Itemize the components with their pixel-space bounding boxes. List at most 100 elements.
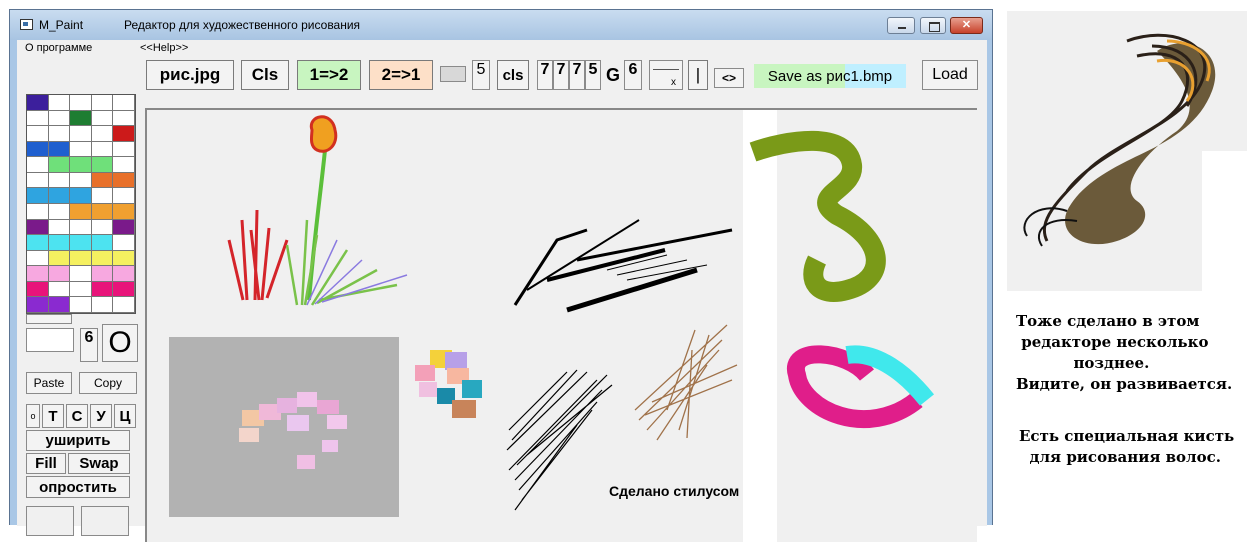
letter-u-button[interactable]: У (90, 404, 112, 428)
letter-s-button[interactable]: С (66, 404, 88, 428)
palette-swatch[interactable] (48, 219, 71, 236)
palette-swatch[interactable] (113, 126, 135, 142)
g-spinner[interactable]: 6 (624, 60, 642, 90)
palette-swatch[interactable] (91, 281, 114, 298)
copy-2-to-1-button[interactable]: 2=>1 (369, 60, 433, 90)
letter-ts-button[interactable]: Ц (114, 404, 136, 428)
palette-swatch[interactable] (48, 235, 71, 251)
simplify-button[interactable]: опростить (26, 476, 130, 498)
palette-swatch[interactable] (70, 126, 92, 142)
palette-swatch[interactable] (91, 157, 114, 173)
palette-swatch[interactable] (27, 126, 49, 142)
brush-slot-2[interactable] (81, 506, 129, 536)
palette-swatch[interactable] (48, 157, 71, 173)
x-slider-control[interactable]: x (649, 60, 683, 90)
palette-swatch[interactable] (27, 110, 49, 127)
palette-swatch[interactable] (113, 219, 135, 236)
widen-button[interactable]: уширить (26, 430, 130, 451)
save-as-button[interactable]: Save as рис1.bmp (754, 64, 906, 88)
letter-o-button[interactable]: o (26, 404, 40, 428)
palette-swatch[interactable] (113, 110, 135, 127)
shape-button[interactable]: O (102, 324, 138, 362)
palette-swatch[interactable] (27, 95, 49, 111)
palette-swatch[interactable] (27, 219, 49, 236)
palette-swatch[interactable] (70, 266, 92, 282)
palette-scroll[interactable] (26, 314, 72, 324)
palette-swatch[interactable] (48, 141, 71, 158)
palette-swatch[interactable] (27, 281, 49, 298)
digit-spinner-4[interactable]: 5 (585, 60, 601, 90)
menu-help[interactable]: <<Help>> (140, 42, 188, 54)
palette-swatch[interactable] (48, 126, 71, 142)
palette-swatch[interactable] (70, 172, 92, 189)
letter-t-button[interactable]: Т (42, 404, 64, 428)
palette-swatch[interactable] (113, 203, 135, 220)
maximize-button[interactable] (920, 17, 946, 34)
palette-swatch[interactable] (91, 188, 114, 204)
palette-swatch[interactable] (48, 110, 71, 127)
load-button[interactable]: Load (922, 60, 978, 90)
digit-spinner-3[interactable]: 7 (569, 60, 585, 90)
palette-swatch[interactable] (91, 172, 114, 189)
palette-swatch[interactable] (48, 266, 71, 282)
palette-swatch[interactable] (91, 219, 114, 236)
fill-button[interactable]: Fill (26, 453, 66, 474)
palette-swatch[interactable] (48, 203, 71, 220)
swap-button[interactable]: Swap (68, 453, 130, 474)
cls-lower-button[interactable]: cls (497, 60, 529, 90)
palette-swatch[interactable] (27, 203, 49, 220)
palette-swatch[interactable] (70, 250, 92, 267)
palette-swatch[interactable] (70, 188, 92, 204)
digit-spinner-1[interactable]: 7 (537, 60, 553, 90)
palette-swatch[interactable] (113, 141, 135, 158)
palette-swatch[interactable] (91, 95, 114, 111)
palette-swatch[interactable] (27, 235, 49, 251)
color-swatch-button[interactable] (440, 66, 466, 82)
palette-swatch[interactable] (113, 250, 135, 267)
palette-swatch[interactable] (70, 235, 92, 251)
palette-swatch[interactable] (48, 95, 71, 111)
bar-button[interactable]: | (688, 60, 708, 90)
palette-swatch[interactable] (113, 95, 135, 111)
palette-swatch[interactable] (70, 110, 92, 127)
swap-arrows-button[interactable]: <> (714, 68, 744, 88)
minimize-button[interactable] (887, 17, 915, 34)
menu-about[interactable]: О программе (25, 42, 92, 54)
palette-swatch[interactable] (91, 141, 114, 158)
palette-swatch[interactable] (70, 281, 92, 298)
brush-size-spinner[interactable]: 5 (472, 60, 490, 90)
palette-swatch[interactable] (91, 235, 114, 251)
palette-swatch[interactable] (70, 95, 92, 111)
close-button[interactable] (950, 17, 983, 34)
title-bar[interactable]: M_Paint Редактор для художественного рис… (10, 10, 992, 40)
palette-swatch[interactable] (27, 188, 49, 204)
palette-swatch[interactable] (91, 297, 114, 313)
palette-swatch[interactable] (70, 203, 92, 220)
palette-swatch[interactable] (27, 266, 49, 282)
palette-swatch[interactable] (48, 250, 71, 267)
cls-upper-button[interactable]: Cls (241, 60, 289, 90)
palette-swatch[interactable] (27, 172, 49, 189)
palette-swatch[interactable] (113, 235, 135, 251)
open-jpg-button[interactable]: рис.jpg (146, 60, 234, 90)
palette-swatch[interactable] (27, 157, 49, 173)
color-palette[interactable] (26, 94, 136, 314)
palette-swatch[interactable] (113, 266, 135, 282)
size-spinner[interactable]: 6 (80, 328, 98, 362)
palette-swatch[interactable] (91, 126, 114, 142)
brush-slot-1[interactable] (26, 506, 74, 536)
palette-swatch[interactable] (91, 203, 114, 220)
palette-swatch[interactable] (48, 172, 71, 189)
palette-swatch[interactable] (70, 219, 92, 236)
palette-swatch[interactable] (91, 110, 114, 127)
palette-swatch[interactable] (113, 188, 135, 204)
palette-swatch[interactable] (70, 141, 92, 158)
palette-swatch[interactable] (27, 250, 49, 267)
palette-swatch[interactable] (27, 141, 49, 158)
copy-1-to-2-button[interactable]: 1=>2 (297, 60, 361, 90)
palette-swatch[interactable] (48, 297, 71, 313)
palette-swatch[interactable] (113, 281, 135, 298)
palette-swatch[interactable] (113, 172, 135, 189)
drawing-canvas[interactable]: Сделано стилусом (145, 108, 977, 542)
copy-button[interactable]: Copy (79, 372, 137, 394)
